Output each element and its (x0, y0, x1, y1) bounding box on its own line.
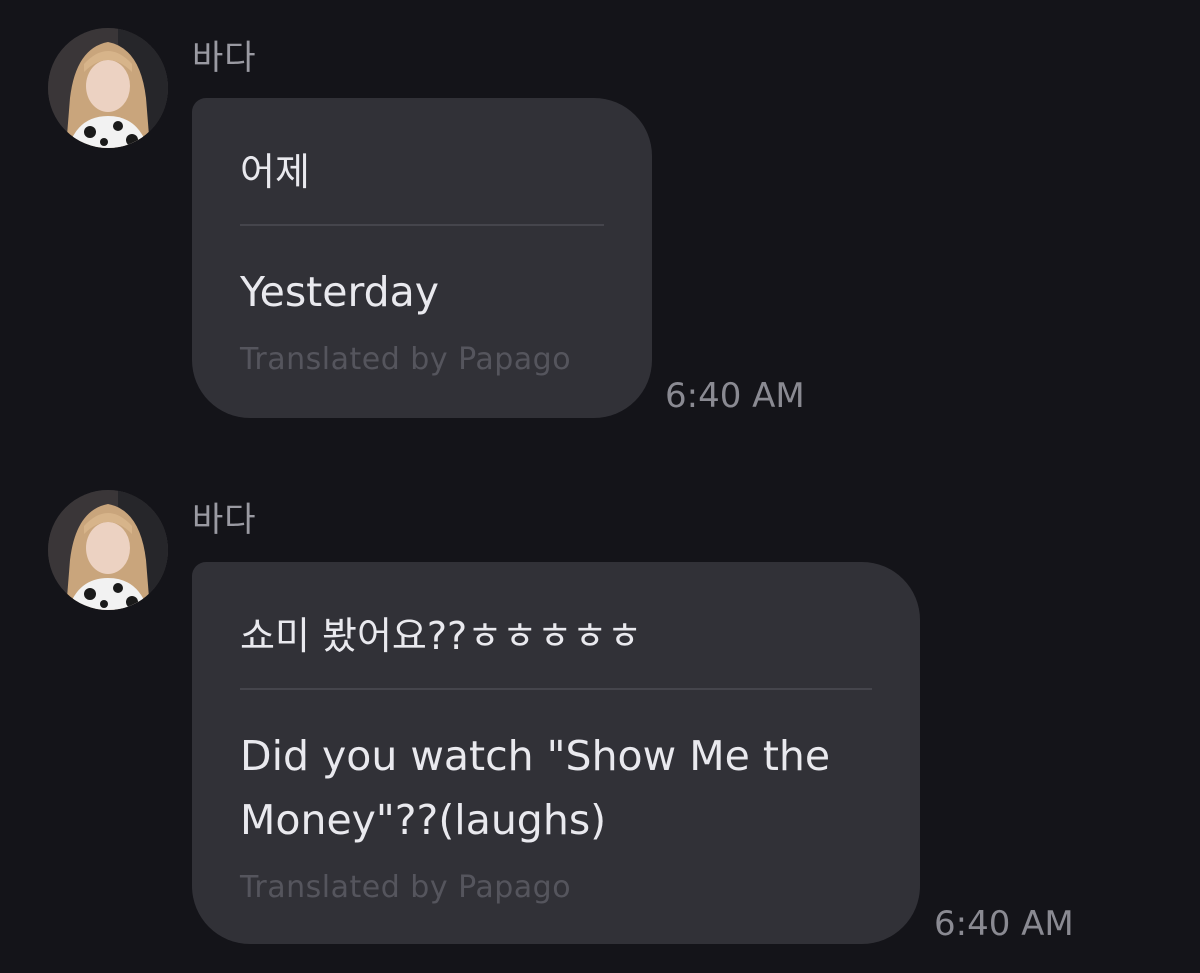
avatar[interactable] (48, 28, 168, 148)
timestamp: 6:40 AM (934, 904, 1074, 944)
translated-text: Yesterday (240, 268, 440, 316)
sender-name: 바다 (192, 500, 257, 540)
avatar[interactable] (48, 490, 168, 610)
sender-name: 바다 (192, 38, 257, 78)
translation-credit: Translated by Papago (240, 342, 572, 377)
translated-text: Did you watch "Show Me the Money"??(laug… (240, 732, 831, 844)
message-group: 바다 쇼미 봤어요??ㅎㅎㅎㅎㅎ Did you watch "Show Me … (0, 462, 1200, 962)
original-text: 쇼미 봤어요??ㅎㅎㅎㅎㅎ (240, 614, 643, 658)
message-bubble[interactable]: 쇼미 봤어요??ㅎㅎㅎㅎㅎ Did you watch "Show Me the… (192, 562, 920, 944)
message-group: 바다 어제 Yesterday Translated by Papago 6:4… (0, 0, 1200, 440)
divider (240, 224, 604, 226)
chat-thread: 바다 어제 Yesterday Translated by Papago 6:4… (0, 0, 1200, 973)
translation-credit: Translated by Papago (240, 870, 572, 905)
message-bubble[interactable]: 어제 Yesterday Translated by Papago (192, 98, 652, 418)
divider (240, 688, 872, 690)
original-text: 어제 (240, 150, 310, 194)
timestamp: 6:40 AM (665, 376, 805, 416)
